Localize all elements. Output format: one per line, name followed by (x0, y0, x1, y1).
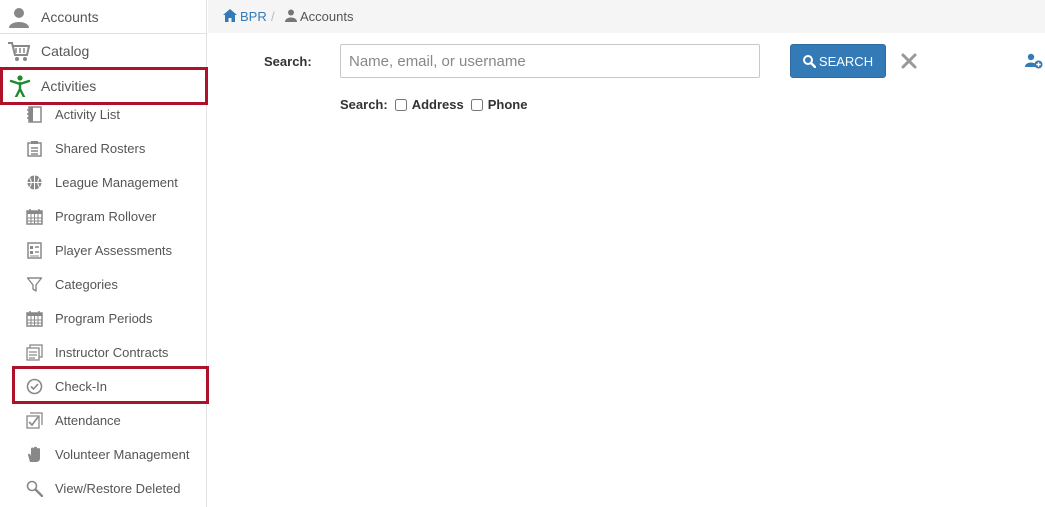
activity-person-icon (9, 75, 31, 97)
calendar-icon (26, 209, 43, 225)
assessment-icon (27, 242, 42, 259)
address-checkbox[interactable] (394, 98, 407, 111)
search-label: Search: (264, 54, 312, 69)
phone-checkbox[interactable] (470, 98, 483, 111)
check-circle-icon (26, 378, 43, 395)
phone-checkbox-label: Phone (487, 97, 528, 112)
calendar-icon (26, 311, 43, 327)
nav-accounts[interactable]: Accounts (0, 0, 207, 34)
sidebar-item-label: Check-In (55, 379, 108, 394)
sidebar: Accounts Catalog Activities Activity Lis… (0, 0, 209, 507)
breadcrumb-separator: / (271, 9, 275, 24)
sidebar-item-shared-rosters[interactable]: Shared Rosters (0, 131, 207, 165)
breadcrumb-current: Accounts (300, 9, 354, 24)
sidebar-item-activity-list[interactable]: Activity List (0, 97, 207, 131)
search-options: Search: Address Phone (340, 97, 527, 112)
sidebar-item-label: Shared Rosters (55, 141, 146, 156)
cart-icon (8, 42, 30, 61)
attendance-icon (26, 412, 43, 429)
sidebar-item-league-management[interactable]: League Management (0, 165, 207, 199)
nav-activities-label: Activities (41, 78, 97, 94)
sidebar-item-label: View/Restore Deleted (55, 481, 181, 496)
search-options-label: Search: (340, 97, 388, 112)
breadcrumb-home-link[interactable]: BPR (240, 9, 267, 24)
address-checkbox-label: Address (411, 97, 464, 112)
user-icon (9, 8, 29, 28)
sidebar-item-label: League Management (55, 175, 178, 190)
clipboard-icon (27, 141, 42, 157)
sidebar-item-attendance[interactable]: Attendance (0, 403, 207, 437)
sidebar-item-categories[interactable]: Categories (0, 267, 207, 301)
sidebar-item-label: Program Periods (55, 311, 153, 326)
nav-catalog-label: Catalog (41, 43, 90, 59)
sidebar-item-check-in[interactable]: Check-In (0, 369, 207, 403)
breadcrumb: BPR / Accounts (208, 0, 1045, 33)
sidebar-item-label: Player Assessments (55, 243, 173, 258)
user-icon (285, 9, 297, 22)
search-button[interactable]: SEARCH (790, 44, 886, 78)
sidebar-item-volunteer-management[interactable]: Volunteer Management (0, 437, 207, 471)
sidebar-item-label: Activity List (55, 107, 121, 122)
notebook-icon (27, 106, 42, 123)
sidebar-item-view-restore-deleted[interactable]: View/Restore Deleted (0, 471, 207, 505)
sidebar-item-label: Volunteer Management (55, 447, 190, 462)
nav-accounts-label: Accounts (41, 9, 99, 25)
search-icon (802, 54, 816, 68)
sidebar-item-label: Program Rollover (55, 209, 157, 224)
search-button-label: SEARCH (818, 53, 874, 69)
sidebar-item-label: Attendance (55, 413, 121, 428)
search-input[interactable] (340, 44, 760, 78)
add-user-icon[interactable] (1025, 52, 1043, 70)
clear-search-icon[interactable] (898, 50, 920, 72)
contracts-icon (26, 344, 43, 361)
sidebar-item-program-rollover[interactable]: Program Rollover (0, 199, 207, 233)
sidebar-item-label: Categories (55, 277, 118, 292)
hand-icon (28, 446, 40, 462)
sidebar-item-label: Instructor Contracts (55, 345, 169, 360)
magnifier-icon (26, 480, 43, 497)
sidebar-item-program-periods[interactable]: Program Periods (0, 301, 207, 335)
nav-catalog[interactable]: Catalog (0, 34, 207, 68)
sidebar-item-player-assessments[interactable]: Player Assessments (0, 233, 207, 267)
home-icon (223, 9, 237, 22)
basketball-icon (27, 175, 42, 190)
filter-icon (26, 277, 43, 292)
sidebar-item-instructor-contracts[interactable]: Instructor Contracts (0, 335, 207, 369)
